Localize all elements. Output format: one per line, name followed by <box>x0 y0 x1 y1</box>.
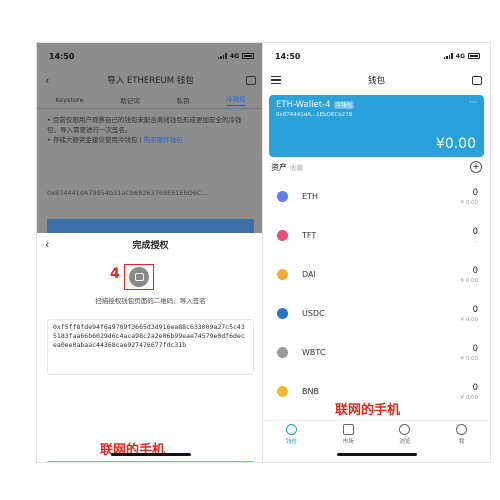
tab-me[interactable]: 我 <box>456 424 468 448</box>
nav-bar: 钱包 <box>263 69 490 91</box>
network-label: 4G <box>229 52 239 60</box>
token-icon <box>277 308 288 319</box>
more-icon[interactable]: ··· <box>469 98 477 107</box>
asset-fiat-value: – <box>475 238 478 245</box>
page-title: 导入 ETHEREUM 钱包 <box>107 76 194 86</box>
bottom-tab-bar: 钱包 市场 浏览 我 <box>263 420 490 448</box>
tab-mnemonic[interactable]: 助记词 <box>120 95 140 105</box>
confirm-button[interactable]: 确认 <box>45 461 256 462</box>
tab-private-key[interactable]: 私钥 <box>176 95 189 105</box>
token-icon <box>277 386 288 397</box>
home-indicator <box>110 453 191 456</box>
home-indicator <box>336 453 417 456</box>
wallet-name: ETH-Wallet-4 <box>276 100 331 110</box>
signal-icon <box>217 53 227 59</box>
token-icon <box>277 347 288 358</box>
back-icon[interactable]: ‹ <box>45 238 49 251</box>
note-line-2: • 存储大额资金建议使用冷钱包 | <box>47 136 144 144</box>
signal-icon <box>443 53 453 59</box>
tab-cold-wallet[interactable]: 冷钱包 <box>226 93 246 106</box>
wallet-balance: ¥0.00 <box>435 136 476 152</box>
scan-icon[interactable] <box>472 75 482 85</box>
scan-highlight-box <box>124 264 154 290</box>
asset-symbol: ETH <box>302 192 318 201</box>
asset-symbol: BNB <box>302 387 319 396</box>
asset-row[interactable]: ETH 0 ¥ 0.00 <box>263 177 490 216</box>
buy-hardware-link[interactable]: 购买硬件钱包 <box>144 136 183 144</box>
asset-amount: 0 <box>472 343 478 354</box>
tab-wallet[interactable]: 钱包 <box>285 424 297 448</box>
status-time: 14:50 <box>275 51 301 61</box>
signature-field[interactable]: 0xf5ff8fde94f6a9709f3665d3d916ea88c63300… <box>47 319 254 375</box>
asset-amount: 0 <box>472 382 478 393</box>
asset-fiat-value: ¥ 0.00 <box>460 394 479 401</box>
asset-list: ETH 0 ¥ 0.00 TFT 0– DAI 0 ¥ 0.00 USDC 0 ¥ 0.00 WBTC… <box>263 177 490 411</box>
battery-icon <box>242 53 254 59</box>
tab-keystore[interactable]: Keystore <box>55 96 83 104</box>
scan-icon[interactable] <box>246 75 256 85</box>
asset-symbol: DAI <box>302 270 316 279</box>
tab-market[interactable]: 市场 <box>342 424 354 448</box>
asset-amount: 0 <box>472 265 478 276</box>
asset-symbol: TFT <box>302 231 317 240</box>
token-icon <box>277 269 288 280</box>
asset-fiat-value: ¥ 0.00 <box>460 199 479 206</box>
left-phone: 14:50 4G ‹ 导入 ETHEREUM 钱包 Keystore 助记词 私… <box>36 42 265 463</box>
add-asset-icon[interactable]: + <box>470 161 482 173</box>
wallet-address: 0x874441dA79954b31aCb68263769E61EbD6C... <box>47 189 208 197</box>
note-line-1: • 目前仅限用户观察自己的钱包来配合离线钱包形成更加安全的冷钱包，导入需要进行一… <box>47 116 242 134</box>
asset-row[interactable]: DAI 0 ¥ 0.00 <box>263 255 490 294</box>
step-number: 4 <box>110 266 120 282</box>
network-label: 4G <box>455 52 465 60</box>
asset-row[interactable]: USDC 0 ¥ 0.00 <box>263 294 490 333</box>
wallet-icon <box>285 424 297 435</box>
user-icon <box>456 424 468 435</box>
asset-row[interactable]: TFT 0– <box>263 216 490 255</box>
scan-icon <box>134 273 144 281</box>
page-title: 钱包 <box>367 76 385 86</box>
battery-icon <box>468 53 480 59</box>
right-phone: 14:50 4G 钱包 ETH-Wallet-4 冷钱包 0x874441dA.… <box>262 42 491 463</box>
asset-amount: 0 <box>472 187 478 198</box>
wallet-address[interactable]: 0x874441dA...1EbD6Cb27B <box>276 112 477 118</box>
assets-header: 资产 收藏 + <box>263 157 490 177</box>
background-button <box>47 219 254 233</box>
asset-symbol: WBTC <box>302 348 326 357</box>
scan-instruction: 扫描授权钱包页面的二维码、导入签名 <box>95 297 206 305</box>
favorites-tab[interactable]: 收藏 <box>290 162 303 172</box>
wallet-card[interactable]: ETH-Wallet-4 冷钱包 0x874441dA...1EbD6Cb27B… <box>269 95 484 157</box>
caption-networked-phone: 联网的手机 <box>335 403 401 418</box>
status-bar: 14:50 4G <box>37 43 264 69</box>
sheet-title: 完成授权 <box>132 240 169 251</box>
sheet-header: ‹ 完成授权 <box>37 233 264 255</box>
token-icon <box>277 191 288 202</box>
back-icon[interactable]: ‹ <box>45 74 49 87</box>
assets-title[interactable]: 资产 <box>271 162 287 173</box>
tab-browse[interactable]: 浏览 <box>399 424 410 448</box>
status-bar: 14:50 4G <box>263 43 490 69</box>
asset-amount: 0 <box>472 226 478 237</box>
scan-qr-button[interactable] <box>129 267 149 287</box>
authorization-sheet: ‹ 完成授权 4 扫描授权钱包页面的二维码、导入签名 0xf5ff8fde94f… <box>37 233 264 462</box>
status-time: 14:50 <box>49 51 75 61</box>
dimmed-import-screen: 14:50 4G ‹ 导入 ETHEREUM 钱包 Keystore 助记词 私… <box>37 43 264 233</box>
menu-icon[interactable] <box>271 74 281 87</box>
asset-fiat-value: ¥ 0.00 <box>460 355 479 362</box>
chart-icon <box>342 424 354 435</box>
nav-bar: ‹ 导入 ETHEREUM 钱包 <box>37 69 264 91</box>
asset-fiat-value: ¥ 0.00 <box>460 316 479 323</box>
import-tabs: Keystore 助记词 私钥 冷钱包 <box>37 91 264 109</box>
import-notes: • 目前仅限用户观察自己的钱包来配合离线钱包形成更加安全的冷钱包，导入需要进行一… <box>37 109 264 151</box>
cold-wallet-badge: 冷钱包 <box>333 101 355 109</box>
asset-symbol: USDC <box>302 309 325 318</box>
browse-icon <box>399 424 411 435</box>
asset-row[interactable]: WBTC 0 ¥ 0.00 <box>263 333 490 372</box>
asset-fiat-value: ¥ 0.00 <box>460 277 479 284</box>
token-icon <box>277 230 288 241</box>
asset-amount: 0 <box>472 304 478 315</box>
